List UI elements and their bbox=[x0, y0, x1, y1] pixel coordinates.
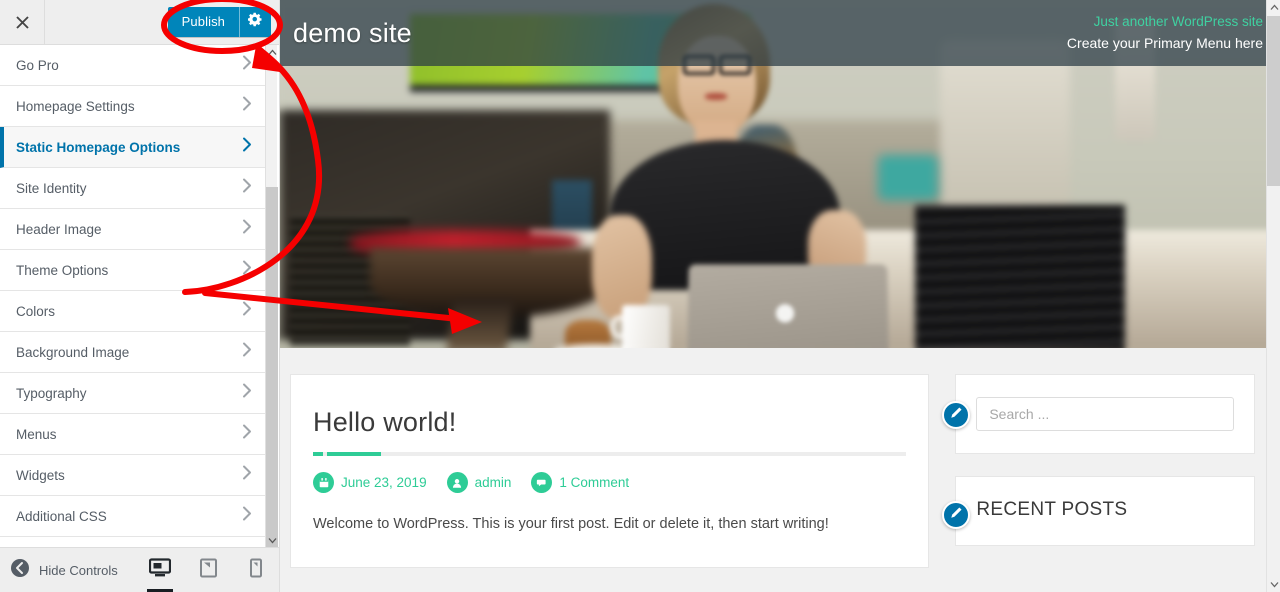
gear-icon bbox=[248, 12, 263, 32]
customizer-header: Publish bbox=[0, 0, 279, 45]
sidebar-item-colors[interactable]: Colors bbox=[0, 291, 266, 332]
sidebar-item-label: Theme Options bbox=[16, 262, 109, 278]
customizer-panel-list: Go Pro Homepage Settings Static Homepage O… bbox=[0, 45, 266, 547]
device-desktop-button[interactable] bbox=[143, 549, 177, 592]
device-mobile-button[interactable] bbox=[239, 549, 273, 592]
scroll-up-icon[interactable] bbox=[266, 45, 278, 59]
site-preview-frame: demo site Just another WordPress site Cr… bbox=[280, 0, 1280, 592]
recent-posts-widget: RECENT POSTS bbox=[942, 476, 1255, 546]
customizer-panel-list-container: Go Pro Homepage Settings Static Homepage O… bbox=[0, 45, 279, 547]
sidebar-item-go-pro[interactable]: Go Pro bbox=[0, 45, 266, 86]
post-title-divider bbox=[313, 452, 907, 456]
customizer-scrollbar[interactable] bbox=[265, 45, 278, 547]
chevron-right-icon bbox=[242, 260, 252, 280]
chevron-right-icon bbox=[242, 424, 252, 444]
search-widget bbox=[942, 374, 1255, 454]
post-date-text: June 23, 2019 bbox=[341, 475, 427, 490]
preview-scrollbar-thumb[interactable] bbox=[1267, 16, 1280, 186]
sidebar-item-label: Typography bbox=[16, 385, 87, 401]
search-input[interactable] bbox=[976, 397, 1234, 431]
post-date: June 23, 2019 bbox=[313, 472, 427, 493]
sidebar-item-label: Widgets bbox=[16, 467, 65, 483]
post-author: admin bbox=[446, 472, 512, 493]
pencil-icon bbox=[950, 406, 963, 424]
post-article: Hello world! June 23, 2019 admin 1 Comme… bbox=[290, 374, 930, 568]
preview-site-body: Hello world! June 23, 2019 admin 1 Comme… bbox=[280, 348, 1280, 568]
hide-controls-label: Hide Controls bbox=[39, 562, 118, 578]
desktop-icon bbox=[148, 558, 172, 583]
sidebar-item-widgets[interactable]: Widgets bbox=[0, 455, 266, 496]
sidebar-item-label: Site Identity bbox=[16, 180, 87, 196]
edit-recent-posts-widget-button[interactable] bbox=[942, 501, 971, 529]
wordpress-customizer-screen: Publish Go Pro Homepage Settings Static Ho… bbox=[0, 0, 1280, 592]
sidebar-item-additional-css[interactable]: Additional CSS bbox=[0, 496, 266, 537]
chevron-right-icon bbox=[242, 55, 252, 75]
chevron-right-icon bbox=[242, 137, 252, 157]
sidebar-item-label: Homepage Settings bbox=[16, 98, 135, 114]
post-title[interactable]: Hello world! bbox=[313, 407, 906, 438]
pencil-icon bbox=[950, 506, 963, 524]
sidebar-item-label: Header Image bbox=[16, 221, 102, 237]
collapse-arrow-icon bbox=[10, 558, 30, 583]
header-overlay-bar: demo site Just another WordPress site Cr… bbox=[280, 0, 1280, 66]
preview-scroll-up-icon[interactable] bbox=[1267, 0, 1280, 15]
chevron-right-icon bbox=[242, 383, 252, 403]
comment-icon bbox=[531, 472, 553, 493]
mobile-icon bbox=[250, 558, 262, 583]
post-comments: 1 Comment bbox=[531, 472, 629, 493]
close-icon bbox=[15, 15, 30, 30]
preview-scroll-down-icon[interactable] bbox=[1267, 577, 1280, 592]
site-description: Just another WordPress site bbox=[1093, 14, 1263, 29]
sidebar-item-label: Menus bbox=[16, 426, 57, 442]
post-meta: June 23, 2019 admin 1 Comment bbox=[313, 472, 906, 493]
publish-settings-button[interactable] bbox=[239, 7, 271, 37]
user-icon bbox=[446, 472, 468, 493]
sidebar-item-typography[interactable]: Typography bbox=[0, 373, 266, 414]
post-excerpt: Welcome to WordPress. This is your first… bbox=[313, 516, 829, 532]
chevron-right-icon bbox=[242, 465, 252, 485]
preview-widget-sidebar: RECENT POSTS bbox=[942, 374, 1255, 568]
sidebar-item-label: Static Homepage Options bbox=[16, 139, 181, 155]
preview-scrollbar[interactable] bbox=[1266, 0, 1280, 592]
sidebar-item-background-image[interactable]: Background Image bbox=[0, 332, 266, 373]
calendar-icon bbox=[313, 472, 334, 493]
hide-controls-button[interactable]: Hide Controls bbox=[10, 558, 118, 583]
chevron-right-icon bbox=[242, 96, 252, 116]
tablet-icon bbox=[199, 558, 217, 583]
primary-menu-hint[interactable]: Create your Primary Menu here bbox=[1067, 32, 1263, 54]
recent-posts-title: RECENT POSTS bbox=[976, 499, 1128, 520]
sidebar-item-menus[interactable]: Menus bbox=[0, 414, 266, 455]
customizer-footer: Hide Controls bbox=[0, 547, 279, 592]
publish-button[interactable]: Publish bbox=[167, 7, 239, 37]
publish-button-group[interactable]: Publish bbox=[167, 7, 271, 37]
close-customizer-button[interactable] bbox=[0, 0, 45, 44]
customizer-scrollbar-thumb[interactable] bbox=[266, 187, 278, 547]
chevron-right-icon bbox=[242, 178, 252, 198]
chevron-right-icon bbox=[242, 342, 252, 362]
sidebar-item-header-image[interactable]: Header Image bbox=[0, 209, 266, 250]
sidebar-item-theme-options[interactable]: Theme Options bbox=[0, 250, 266, 291]
sidebar-item-label: Background Image bbox=[16, 344, 130, 360]
header-right-block: Just another WordPress site Create your … bbox=[1067, 12, 1267, 54]
post-author-text: admin bbox=[474, 475, 512, 490]
chevron-right-icon bbox=[242, 219, 252, 239]
post-comments-text[interactable]: 1 Comment bbox=[559, 475, 629, 490]
edit-search-widget-button[interactable] bbox=[942, 401, 971, 429]
customizer-sidebar: Publish Go Pro Homepage Settings Static Ho… bbox=[0, 0, 280, 592]
sidebar-item-label: Additional CSS bbox=[16, 508, 107, 524]
sidebar-item-label: Go Pro bbox=[16, 57, 59, 73]
chevron-right-icon bbox=[242, 301, 252, 321]
preview-site-header: demo site Just another WordPress site Cr… bbox=[280, 0, 1280, 348]
device-tablet-button[interactable] bbox=[191, 549, 225, 592]
sidebar-item-label: Colors bbox=[16, 303, 56, 319]
chevron-right-icon bbox=[242, 506, 252, 526]
site-title: demo site bbox=[293, 17, 412, 48]
sidebar-item-site-identity[interactable]: Site Identity bbox=[0, 168, 266, 209]
sidebar-item-homepage-settings[interactable]: Homepage Settings bbox=[0, 86, 266, 127]
device-preview-group bbox=[143, 548, 273, 592]
sidebar-item-static-homepage-options[interactable]: Static Homepage Options bbox=[0, 127, 266, 168]
scroll-down-icon[interactable] bbox=[266, 533, 278, 547]
